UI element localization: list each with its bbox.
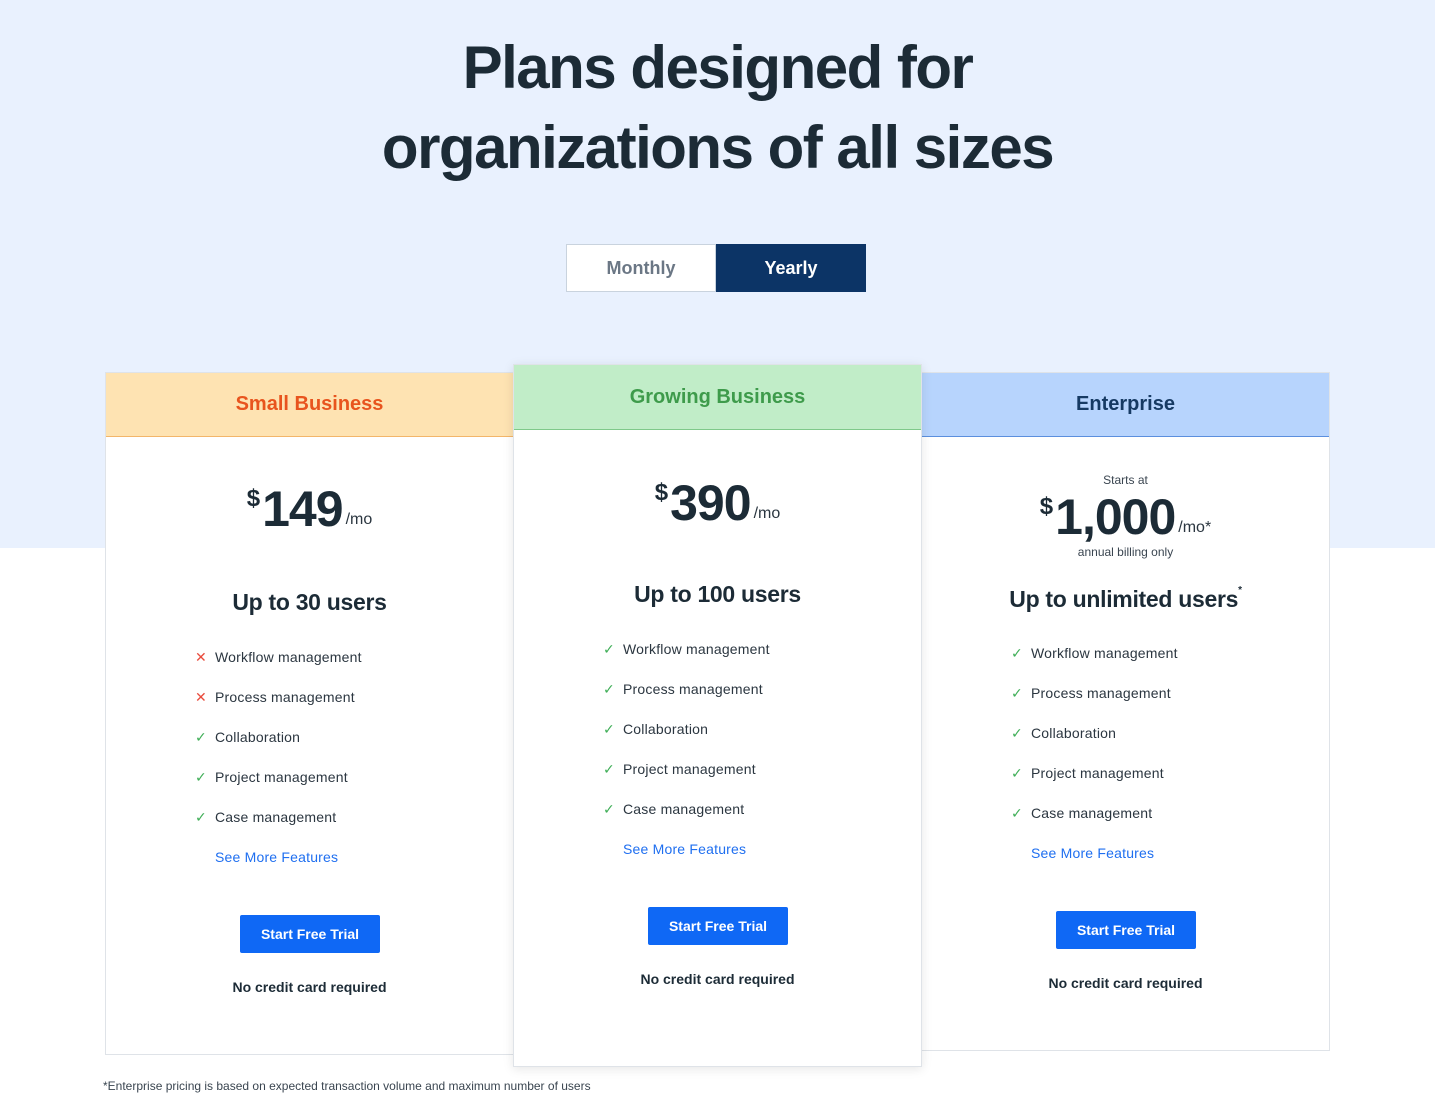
- see-more-features-link[interactable]: See More Features: [215, 837, 362, 877]
- check-icon: ✓: [1011, 684, 1023, 701]
- user-limit-text: Up to unlimited users: [1009, 586, 1239, 612]
- feature-list: ✓ Workflow management ✓ Process management…: [603, 629, 770, 869]
- see-more-features-link[interactable]: See More Features: [1031, 833, 1178, 873]
- no-credit-card-note: No credit card required: [640, 971, 795, 987]
- feature-item: ✓ Process management: [603, 669, 770, 709]
- page-title: Plans designed for organizations of all …: [0, 28, 1435, 188]
- check-icon: ✓: [1011, 644, 1023, 661]
- check-icon: ✓: [603, 680, 615, 697]
- no-credit-card-note: No credit card required: [1048, 975, 1203, 991]
- plan-card-enterprise: Enterprise Starts at $ 1,000 /mo* annual…: [921, 372, 1330, 1051]
- feature-list: ✕ Workflow management ✕ Process management…: [195, 637, 362, 877]
- price-block: $ 149 /mo: [106, 483, 513, 535]
- feature-item: ✓ Collaboration: [603, 709, 770, 749]
- check-icon: ✓: [1011, 804, 1023, 821]
- check-icon: ✓: [195, 808, 207, 825]
- feature-list: ✓ Workflow management ✓ Process management…: [1011, 633, 1178, 873]
- start-free-trial-button[interactable]: Start Free Trial: [240, 915, 380, 953]
- feature-label: Workflow management: [623, 641, 770, 657]
- monthly-toggle-button[interactable]: Monthly: [566, 244, 716, 292]
- check-icon: ✓: [1011, 764, 1023, 781]
- feature-item: ✓ Collaboration: [1011, 713, 1178, 753]
- start-free-trial-button[interactable]: Start Free Trial: [648, 907, 788, 945]
- check-icon: ✓: [1011, 724, 1023, 741]
- currency-symbol: $: [246, 485, 261, 512]
- cross-icon: ✕: [195, 688, 207, 705]
- feature-item: ✓ Case management: [195, 797, 362, 837]
- feature-item: ✓ Process management: [1011, 673, 1178, 713]
- feature-label: Workflow management: [1031, 645, 1178, 661]
- user-limit: Up to 100 users: [634, 581, 801, 607]
- feature-item: ✓ Project management: [1011, 753, 1178, 793]
- feature-label: Case management: [215, 809, 337, 825]
- currency-symbol: $: [1039, 493, 1054, 520]
- billing-note: annual billing only: [1077, 545, 1174, 559]
- feature-label: Project management: [215, 769, 348, 785]
- feature-item: ✓ Case management: [1011, 793, 1178, 833]
- price-period: /mo*: [1178, 519, 1212, 536]
- feature-label: Project management: [623, 761, 756, 777]
- cross-icon: ✕: [195, 648, 207, 665]
- footnote-marker: *: [1238, 585, 1242, 596]
- check-icon: ✓: [195, 768, 207, 785]
- billing-toggle: Monthly Yearly: [566, 244, 866, 292]
- check-icon: ✓: [603, 800, 615, 817]
- price-period: /mo: [753, 505, 781, 522]
- currency-symbol: $: [654, 479, 669, 506]
- check-icon: ✓: [195, 728, 207, 745]
- feature-label: Process management: [215, 689, 355, 705]
- plan-name: Enterprise: [922, 373, 1329, 437]
- see-more-features-link[interactable]: See More Features: [623, 829, 770, 869]
- feature-label: Collaboration: [623, 721, 709, 737]
- plan-name: Growing Business: [514, 365, 921, 430]
- plan-name: Small Business: [106, 373, 513, 437]
- plan-card-growing-business: Growing Business $ 390 /mo Up to 100 use…: [513, 364, 922, 1067]
- starts-at-label: Starts at: [1103, 473, 1148, 487]
- feature-label: Case management: [1031, 805, 1153, 821]
- page-title-line-2: organizations of all sizes: [381, 114, 1055, 181]
- user-limit: Up to 30 users: [232, 589, 387, 615]
- feature-label: Project management: [1031, 765, 1164, 781]
- price-period: /mo: [345, 511, 373, 528]
- feature-item: ✕ Process management: [195, 677, 362, 717]
- feature-item: ✓ Collaboration: [195, 717, 362, 757]
- page-title-line-1: Plans designed for: [462, 34, 974, 101]
- price-amount: 1,000: [1055, 489, 1176, 545]
- plan-card-small-business: Small Business $ 149 /mo Up to 30 users …: [105, 372, 514, 1055]
- user-limit: Up to unlimited users*: [922, 585, 1329, 613]
- enterprise-pricing-footnote: *Enterprise pricing is based on expected…: [103, 1079, 591, 1093]
- check-icon: ✓: [603, 640, 615, 657]
- price-amount: 390: [670, 475, 751, 531]
- feature-item: ✕ Workflow management: [195, 637, 362, 677]
- feature-label: Workflow management: [215, 649, 362, 665]
- feature-item: ✓ Case management: [603, 789, 770, 829]
- feature-label: Collaboration: [1031, 725, 1117, 741]
- price-block: Starts at $ 1,000 /mo* annual billing on…: [922, 473, 1329, 559]
- check-icon: ✓: [603, 720, 615, 737]
- feature-item: ✓ Project management: [603, 749, 770, 789]
- feature-label: Process management: [1031, 685, 1171, 701]
- feature-item: ✓ Workflow management: [603, 629, 770, 669]
- price-amount: 149: [262, 481, 343, 537]
- yearly-toggle-button[interactable]: Yearly: [716, 244, 866, 292]
- feature-item: ✓ Project management: [195, 757, 362, 797]
- feature-label: Process management: [623, 681, 763, 697]
- feature-item: ✓ Workflow management: [1011, 633, 1178, 673]
- no-credit-card-note: No credit card required: [232, 979, 387, 995]
- feature-label: Collaboration: [215, 729, 301, 745]
- price-block: $ 390 /mo: [514, 477, 921, 529]
- feature-label: Case management: [623, 801, 745, 817]
- start-free-trial-button[interactable]: Start Free Trial: [1056, 911, 1196, 949]
- check-icon: ✓: [603, 760, 615, 777]
